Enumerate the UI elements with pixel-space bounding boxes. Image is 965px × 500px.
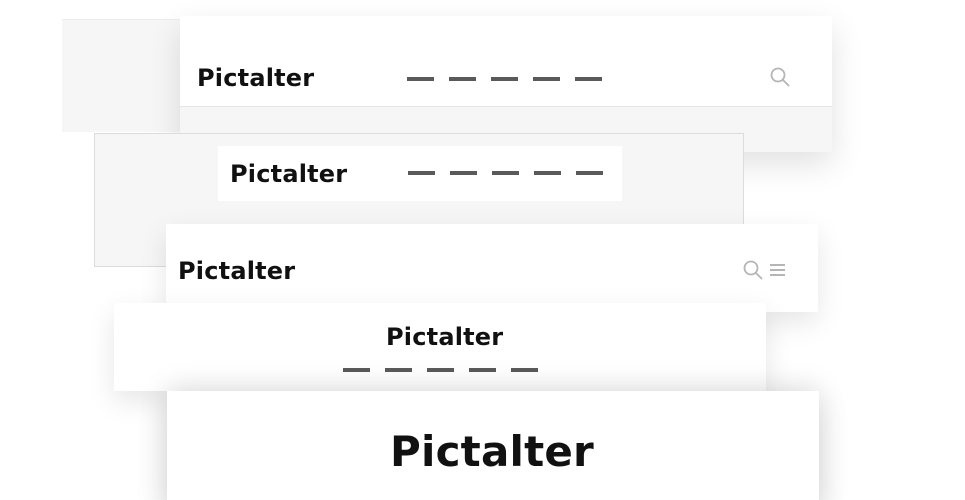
nav-item[interactable] [492, 171, 519, 175]
header-bar: Pictalter [180, 16, 832, 107]
logo[interactable]: Pictalter [386, 325, 503, 349]
nav-item[interactable] [427, 368, 454, 372]
logo[interactable]: Pictalter [230, 162, 347, 186]
logo[interactable]: Pictalter [178, 259, 295, 283]
nav-item[interactable] [533, 77, 560, 81]
menu-icon[interactable] [770, 263, 786, 277]
nav-item[interactable] [511, 368, 538, 372]
search-icon[interactable] [769, 66, 791, 88]
header-bar: Pictalter [218, 146, 622, 201]
nav-item[interactable] [469, 368, 496, 372]
nav-item[interactable] [449, 77, 476, 81]
nav-item[interactable] [450, 171, 477, 175]
nav-item[interactable] [385, 368, 412, 372]
nav-item[interactable] [343, 368, 370, 372]
nav-item[interactable] [407, 77, 434, 81]
header-variant-4: Pictalter [166, 224, 818, 312]
nav-menu [343, 368, 538, 372]
nav-item[interactable] [408, 171, 435, 175]
header-variant-6: Pictalter [167, 391, 819, 500]
nav-item[interactable] [534, 171, 561, 175]
header-variant-2: Pictalter [180, 16, 832, 152]
nav-item[interactable] [575, 77, 602, 81]
nav-menu [407, 77, 602, 81]
search-icon[interactable] [742, 259, 764, 281]
header-layouts-showcase: Pictalter Pictalter Pictalter Pictalter … [0, 0, 965, 500]
nav-item[interactable] [576, 171, 603, 175]
nav-item[interactable] [491, 77, 518, 81]
nav-menu [408, 171, 603, 175]
header-variant-5: Pictalter [114, 303, 766, 391]
logo[interactable]: Pictalter [197, 66, 314, 90]
logo[interactable]: Pictalter [390, 431, 594, 473]
